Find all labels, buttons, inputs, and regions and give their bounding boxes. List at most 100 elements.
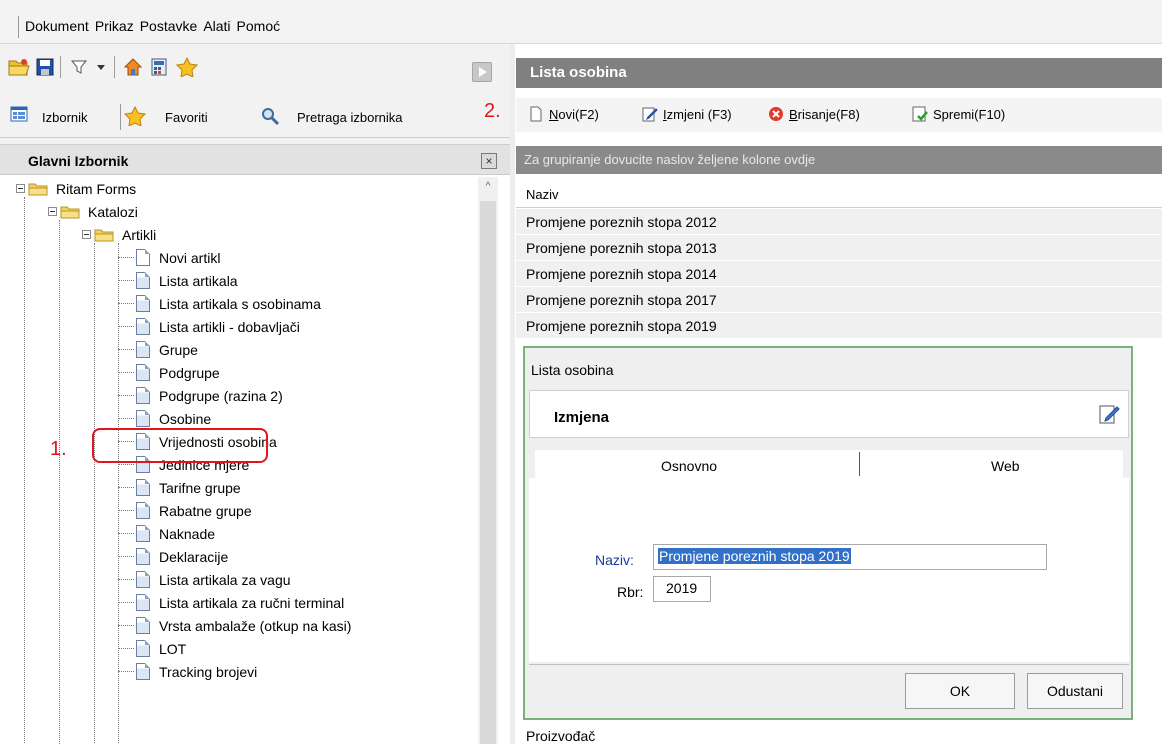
tree-item-lot[interactable]: LOT — [118, 637, 186, 660]
tree-item-tarifne-grupe[interactable]: Tarifne grupe — [118, 476, 241, 499]
tab-web[interactable]: Web — [991, 458, 1020, 474]
tree-connector — [118, 418, 134, 419]
dropdown-arrow-icon[interactable] — [90, 56, 112, 78]
tree-item-lista-artikli-dobavljaci[interactable]: Lista artikli - dobavljači — [118, 315, 300, 338]
table-row[interactable]: Promjene poreznih stopa 2012 — [516, 209, 1162, 235]
tree-scrollbar[interactable]: ^ — [478, 177, 498, 744]
tree-item-lista-artikala-za-rucni-terminal[interactable]: Lista artikala za ručni terminal — [118, 591, 344, 614]
play-icon[interactable] — [472, 62, 492, 82]
tree-item-vrsta-ambalaze[interactable]: Vrsta ambalaže (otkup na kasi) — [118, 614, 351, 637]
tree-item-lista-artikala-za-vagu[interactable]: Lista artikala za vagu — [118, 568, 291, 591]
star-icon[interactable] — [176, 56, 198, 78]
tree-item-novi-artikl[interactable]: Novi artikl — [118, 246, 220, 269]
dialog-header: Izmjena — [529, 390, 1129, 438]
cancel-button[interactable]: Odustani — [1027, 673, 1123, 709]
tree-node-artikli[interactable]: Artikli — [82, 223, 156, 246]
dialog-header-title: Izmjena — [554, 409, 610, 426]
tree-item-tracking-brojevi[interactable]: Tracking brojevi — [118, 660, 257, 683]
tree-label: Deklaracije — [159, 548, 229, 565]
tree-label: Podgrupe — [159, 364, 220, 381]
ok-button[interactable]: OK — [905, 673, 1015, 709]
tree-connector — [118, 303, 134, 304]
list-page-icon — [136, 341, 150, 358]
new-button[interactable]: Novi(F2) — [528, 106, 599, 122]
cell-naziv: Proizvođač — [526, 728, 596, 744]
edit-pencil-icon[interactable] — [1098, 403, 1120, 425]
tree-label: Katalozi — [88, 203, 138, 220]
tree-node-katalozi[interactable]: Katalozi — [48, 200, 138, 223]
tree-connector — [118, 349, 134, 350]
new-button-label: ovi(F2) — [558, 106, 599, 122]
tree-item-grupe[interactable]: Grupe — [118, 338, 198, 361]
naziv-field[interactable]: Promjene poreznih stopa 2019 — [653, 544, 1047, 570]
grid-column-header[interactable]: Naziv — [516, 180, 1162, 208]
list-page-icon — [136, 410, 150, 427]
collapse-toggle-icon[interactable] — [48, 207, 57, 216]
tree-item-osobine[interactable]: Osobine — [118, 407, 211, 430]
tab-osnovno[interactable]: Osnovno — [661, 458, 717, 474]
collapse-toggle-icon[interactable] — [16, 184, 25, 193]
group-by-bar[interactable]: Za grupiranje dovucite naslov željene ko… — [516, 146, 1162, 174]
open-folder-icon[interactable] — [8, 56, 30, 78]
tree-connector — [118, 280, 134, 281]
tab-izbornik[interactable]: Izbornik — [42, 110, 88, 125]
rbr-field[interactable]: 2019 — [653, 576, 711, 602]
scrollbar-thumb[interactable] — [480, 201, 496, 744]
list-header: Lista osobina — [516, 58, 1162, 88]
tree-connector — [118, 579, 134, 580]
save-check-icon — [912, 106, 928, 122]
tree-connector — [118, 648, 134, 649]
table-row[interactable]: Promjene poreznih stopa 2014 — [516, 261, 1162, 287]
tree-connector — [118, 510, 134, 511]
menu-alati[interactable]: Alati — [203, 18, 230, 34]
tree-item-podgrupe[interactable]: Podgrupe — [118, 361, 220, 384]
table-row[interactable]: Promjene poreznih stopa 2017 — [516, 287, 1162, 313]
list-page-icon — [136, 364, 150, 381]
tree-node-ritam-forms[interactable]: Ritam Forms — [16, 177, 136, 200]
dialog-footer: OK Odustani — [529, 664, 1129, 716]
table-row[interactable]: Promjene poreznih stopa 2019 — [516, 313, 1162, 339]
tree-item-rabatne-grupe[interactable]: Rabatne grupe — [118, 499, 252, 522]
tree-connector — [24, 197, 25, 744]
tree-item-lista-artikala-s-osobinama[interactable]: Lista artikala s osobinama — [118, 292, 321, 315]
close-button[interactable]: × — [481, 153, 497, 169]
list-page-icon — [136, 479, 150, 496]
list-page-icon — [136, 548, 150, 565]
dialog-body: Naziv: Promjene poreznih stopa 2019 Rbr:… — [529, 478, 1129, 662]
menu-pomoc[interactable]: Pomoć — [237, 18, 281, 34]
save-list-button[interactable]: Spremi(F10) — [912, 106, 1005, 122]
menu-prikaz[interactable]: Prikaz — [95, 18, 134, 34]
tree-connector — [118, 487, 134, 488]
collapse-toggle-icon[interactable] — [82, 230, 91, 239]
delete-button[interactable]: Brisanje(F8) — [768, 106, 860, 122]
tree-label: Rabatne grupe — [159, 502, 252, 519]
list-page-icon — [136, 272, 150, 289]
calculator-icon[interactable] — [148, 56, 170, 78]
tree-connector — [118, 257, 134, 258]
table-row[interactable]: Promjene poreznih stopa 2013 — [516, 235, 1162, 261]
tree-item-deklaracije[interactable]: Deklaracije — [118, 545, 228, 568]
scroll-up-icon[interactable]: ^ — [482, 181, 494, 193]
annotation-highlight-osobine — [92, 428, 268, 463]
cell-naziv: Promjene poreznih stopa 2013 — [526, 240, 717, 256]
edit-button[interactable]: Izmjeni (F3) — [642, 106, 732, 122]
tree-label: Artikli — [122, 226, 157, 243]
list-page-icon — [136, 571, 150, 588]
tab-favoriti[interactable]: Favoriti — [165, 110, 208, 125]
tab-pretraga[interactable]: Pretraga izbornika — [297, 110, 403, 125]
tree-label: Lista artikala za vagu — [159, 571, 291, 588]
tree-item-naknade[interactable]: Naknade — [118, 522, 215, 545]
table-row[interactable]: Proizvođač — [516, 728, 1162, 744]
menu-postavke[interactable]: Postavke — [140, 18, 198, 34]
tree-item-podgrupe-razina-2[interactable]: Podgrupe (razina 2) — [118, 384, 283, 407]
list-toolbar: Novi(F2) Izmjeni (F3) Brisanje(F8) Sprem… — [516, 98, 1162, 132]
save-icon[interactable] — [34, 56, 56, 78]
list-page-icon — [136, 640, 150, 657]
home-icon[interactable] — [122, 56, 144, 78]
toolbar-separator — [60, 56, 61, 78]
menu-dokument[interactable]: Dokument — [25, 18, 89, 34]
filter-icon[interactable] — [68, 56, 90, 78]
tree-connector — [118, 625, 134, 626]
panel-splitter[interactable] — [510, 44, 515, 744]
tree-item-lista-artikala[interactable]: Lista artikala — [118, 269, 238, 292]
